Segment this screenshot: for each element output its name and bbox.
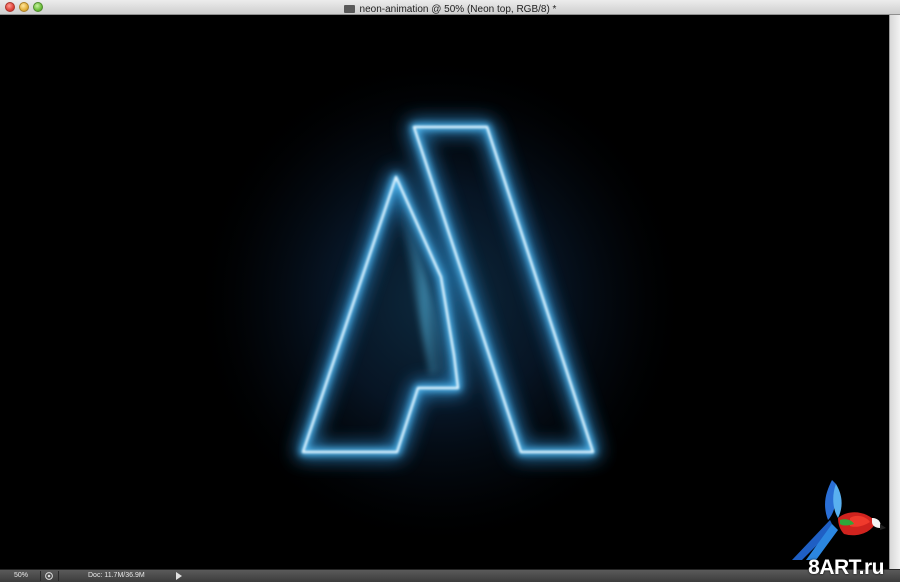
neon-letter-artwork [0, 15, 889, 569]
watermark-text: 8ART.ru [808, 556, 884, 579]
parrot-logo [792, 480, 886, 560]
status-info-icon[interactable] [45, 572, 53, 580]
status-separator [40, 571, 41, 581]
status-bar: 50% Doc: 11.7M/36.9M [0, 569, 900, 582]
site-watermark: 8ART.ru [772, 474, 894, 580]
document-canvas[interactable] [0, 15, 889, 569]
window-title: neon-animation @ 50% (Neon top, RGB/8) * [359, 4, 557, 15]
title-area: neon-animation @ 50% (Neon top, RGB/8) * [0, 0, 900, 15]
photoshop-document-window: neon-animation @ 50% (Neon top, RGB/8) * [0, 0, 900, 582]
status-separator [58, 571, 59, 581]
document-size-info: Doc: 11.7M/36.9M [88, 572, 145, 579]
document-icon [343, 5, 355, 13]
title-bar[interactable]: neon-animation @ 50% (Neon top, RGB/8) * [0, 0, 900, 15]
zoom-level-field[interactable]: 50% [14, 570, 28, 582]
status-menu-arrow-icon[interactable] [176, 572, 182, 580]
